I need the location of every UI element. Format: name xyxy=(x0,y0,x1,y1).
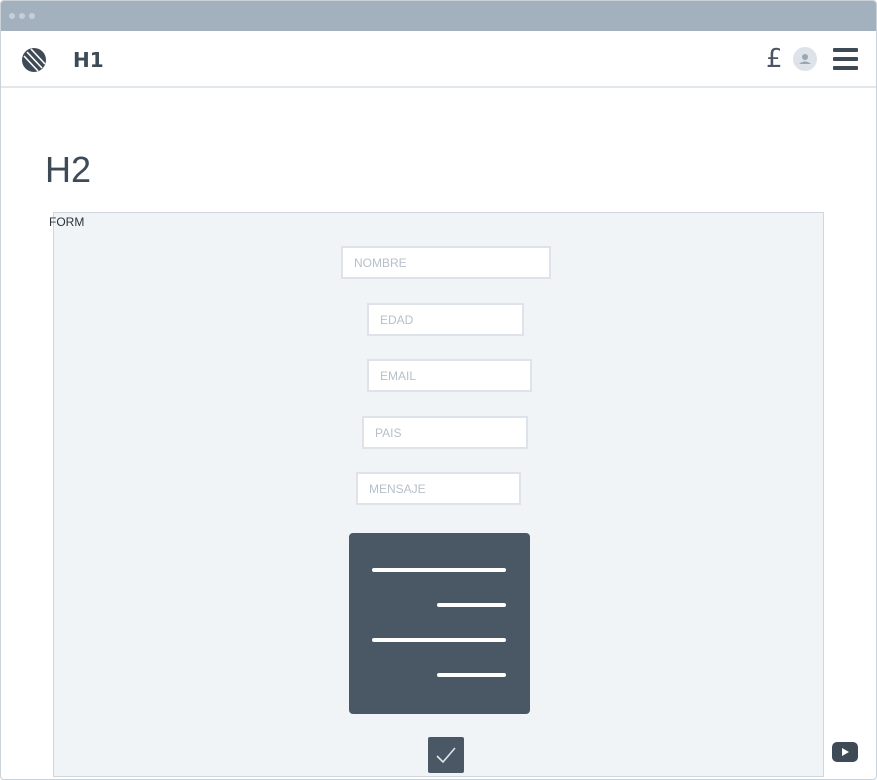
checkmark-icon xyxy=(436,747,456,764)
page-header-title: H1 xyxy=(73,48,104,72)
globe-logo-icon[interactable] xyxy=(21,47,47,73)
mensaje-input[interactable]: MENSAJE xyxy=(356,472,521,505)
window-dot-icon[interactable] xyxy=(19,13,25,19)
page-heading: H2 xyxy=(45,149,92,190)
align-right-text-icon xyxy=(372,568,506,572)
currency-pound-icon[interactable]: £ xyxy=(766,44,783,74)
browser-window: H1 £ H2 FORM NOMBRE EDAD EMAIL PAIS MENS… xyxy=(0,0,877,780)
align-right-text-icon xyxy=(437,603,506,607)
nombre-input[interactable]: NOMBRE xyxy=(341,246,551,279)
window-titlebar xyxy=(1,1,876,31)
email-input[interactable]: EMAIL xyxy=(367,359,532,392)
edad-input[interactable]: EDAD xyxy=(367,303,524,336)
window-dot-icon[interactable] xyxy=(9,13,15,19)
message-textarea[interactable] xyxy=(349,533,530,714)
form-label: FORM xyxy=(49,215,85,229)
hamburger-menu-icon[interactable] xyxy=(833,48,858,70)
youtube-play-icon[interactable] xyxy=(832,742,858,762)
align-right-text-icon xyxy=(372,638,506,642)
align-right-text-icon xyxy=(437,673,506,677)
window-dot-icon[interactable] xyxy=(29,13,35,19)
submit-checkbox[interactable] xyxy=(428,737,464,773)
top-navbar: H1 £ xyxy=(1,31,876,88)
pais-input[interactable]: PAIS xyxy=(362,416,528,449)
user-avatar-icon[interactable] xyxy=(793,47,817,71)
